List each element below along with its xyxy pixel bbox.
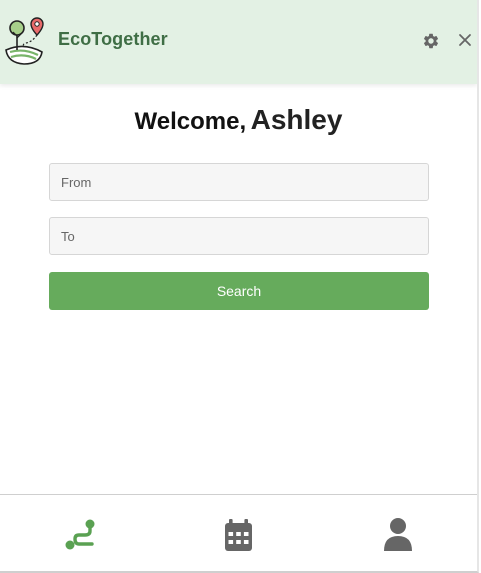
- user-icon[interactable]: [380, 517, 416, 553]
- app-header: EcoTogether: [0, 0, 477, 84]
- eco-logo-icon: [5, 17, 44, 65]
- close-icon[interactable]: [457, 32, 473, 48]
- route-icon[interactable]: [63, 517, 99, 553]
- calendar-icon[interactable]: [222, 517, 258, 553]
- app-title: EcoTogether: [58, 29, 168, 49]
- gear-icon[interactable]: [422, 32, 440, 50]
- welcome-user-name: Ashley: [250, 104, 343, 135]
- app-window: EcoTogether Welcome, Ashley Search: [0, 0, 479, 573]
- welcome-heading: Welcome, Ashley: [0, 104, 477, 136]
- search-button[interactable]: Search: [49, 272, 429, 310]
- bottom-nav: [0, 494, 477, 571]
- to-input[interactable]: [49, 217, 429, 255]
- from-input[interactable]: [49, 163, 429, 201]
- welcome-greeting: Welcome,: [134, 108, 247, 135]
